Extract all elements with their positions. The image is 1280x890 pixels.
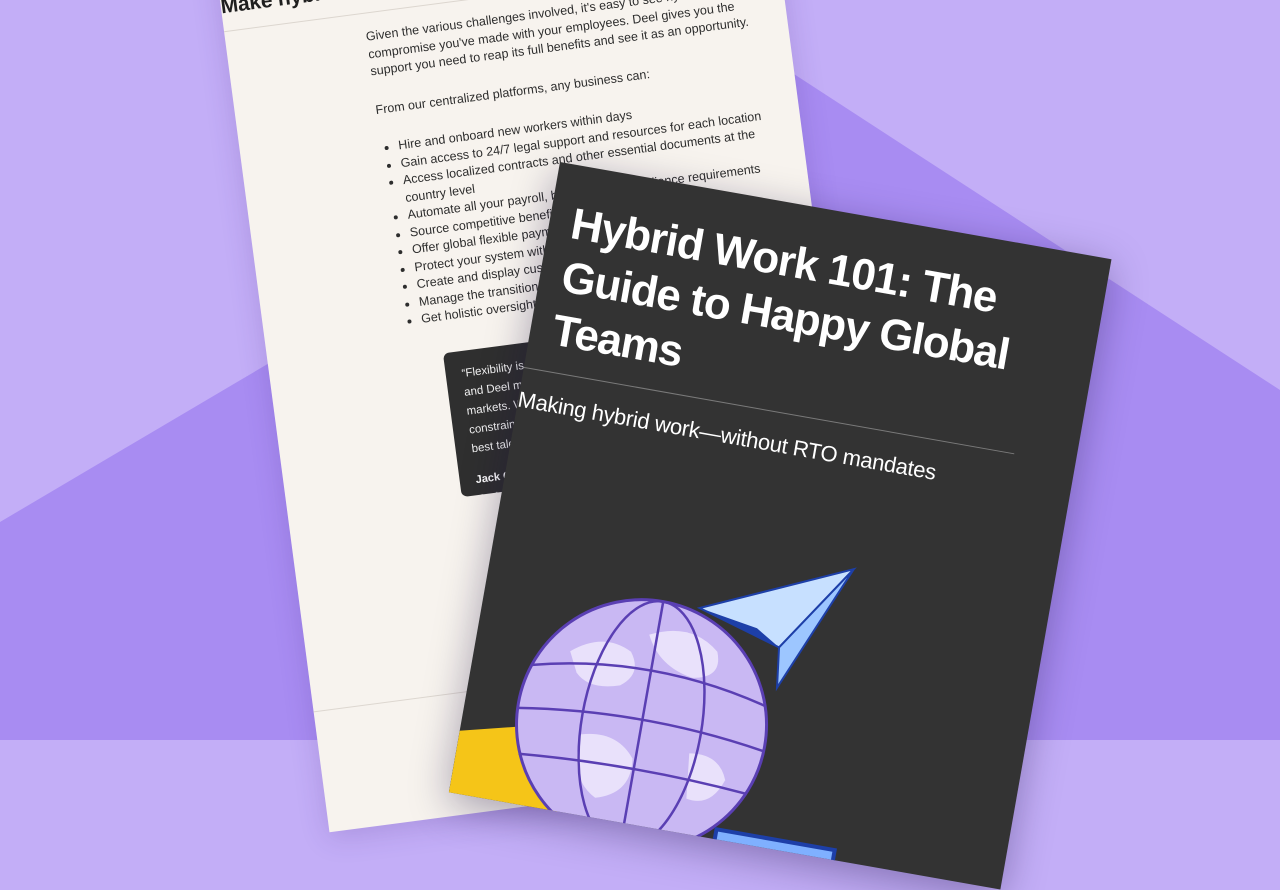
cover-illustration xyxy=(448,567,857,890)
laptop-icon xyxy=(703,826,837,890)
guide-cover: Hybrid Work 101: The Guide to Happy Glob… xyxy=(448,162,1112,890)
